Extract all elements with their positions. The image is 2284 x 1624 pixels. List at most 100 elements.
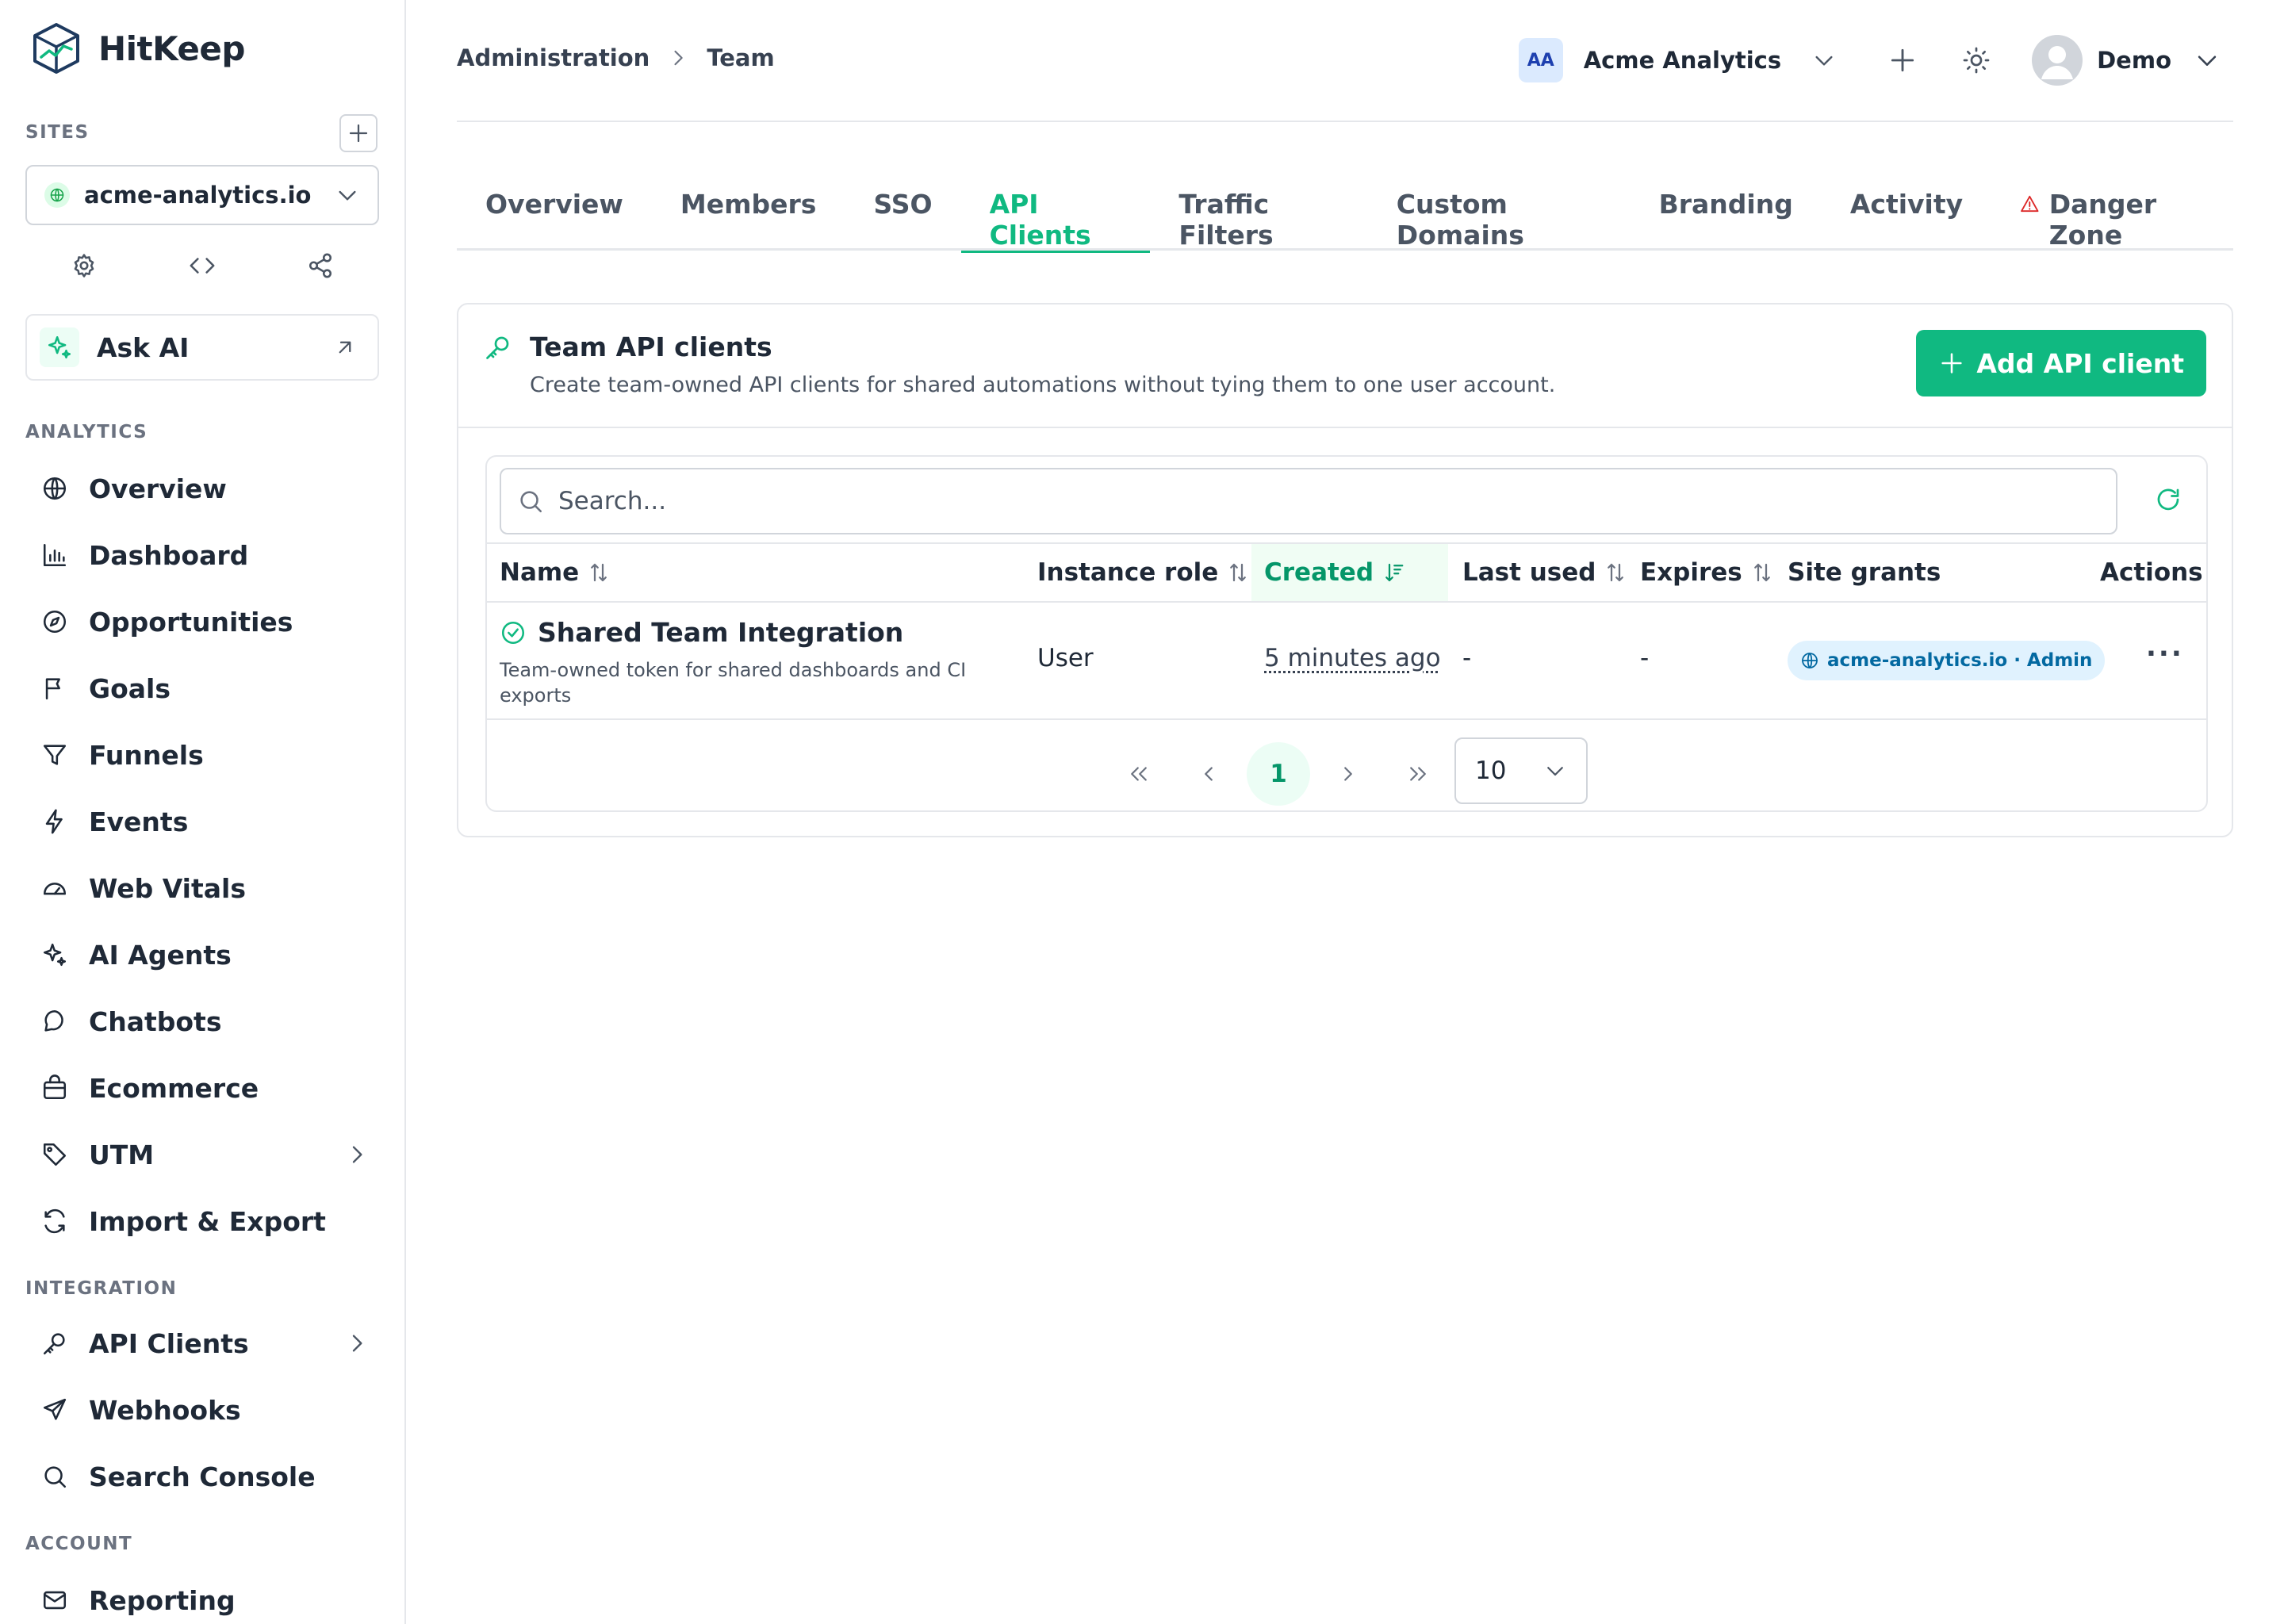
tab-label: Traffic Filters (1178, 189, 1274, 251)
sidebar-item-events[interactable]: Events (25, 794, 379, 849)
plus-icon (349, 124, 368, 143)
chevrons-left-icon (1131, 767, 1147, 781)
column-header-last-used[interactable]: Last used (1462, 544, 1627, 601)
first-page-button[interactable] (1107, 742, 1171, 806)
chevron-right-icon (352, 1335, 362, 1352)
tab-custom-domains[interactable]: Custom Domains (1368, 168, 1631, 251)
sidebar-item-dashboard[interactable]: Dashboard (25, 527, 379, 583)
sidebar-item-reporting[interactable]: Reporting (25, 1572, 379, 1624)
breadcrumb-administration[interactable]: Administration (457, 44, 650, 71)
sidebar: HitKeep SITES acme-analytics.io Ask AI A… (0, 0, 406, 1624)
plus-icon[interactable] (1887, 45, 1918, 75)
sidebar-item-chatbots[interactable]: Chatbots (25, 994, 379, 1049)
sun-icon[interactable] (1962, 46, 1991, 75)
tab-sso[interactable]: SSO (845, 168, 960, 251)
sidebar-item-goals[interactable]: Goals (25, 661, 379, 716)
sidebar-item-overview[interactable]: Overview (25, 461, 379, 516)
column-label: Instance role (1037, 558, 1219, 587)
next-page-button[interactable] (1316, 742, 1380, 806)
hitkeep-logo-icon (32, 22, 81, 75)
last-used-cell: - (1462, 644, 1472, 672)
org-avatar[interactable]: AA (1518, 38, 1563, 82)
column-label: Site grants (1788, 558, 1941, 587)
last-page-button[interactable] (1386, 742, 1450, 806)
sidebar-item-label: Dashboard (89, 539, 249, 571)
column-header-instance-role[interactable]: Instance role (1037, 544, 1250, 601)
site-selector[interactable]: acme-analytics.io (25, 165, 379, 225)
add-api-client-button[interactable]: Add API client (1916, 330, 2206, 396)
page-button-current[interactable]: 1 (1247, 742, 1310, 806)
tab-overview[interactable]: Overview (457, 168, 652, 251)
search-icon (41, 1463, 68, 1490)
search-input[interactable] (558, 487, 2065, 515)
site-grant-label: acme-analytics.io · Admin (1827, 650, 2093, 671)
site-share-button[interactable] (289, 252, 352, 279)
tab-label: Members (680, 189, 817, 220)
search-icon (520, 491, 542, 513)
sidebar-item-label: Chatbots (89, 1005, 222, 1037)
sidebar-item-api-clients[interactable]: API Clients (25, 1316, 379, 1371)
api-clients-card: Team API clients Create team-owned API c… (457, 303, 2233, 837)
sidebar-item-label: Funnels (89, 739, 204, 771)
sidebar-item-label: Ecommerce (89, 1072, 259, 1104)
column-header-expires[interactable]: Expires (1640, 544, 1774, 601)
sidebar-item-label: Reporting (89, 1584, 236, 1616)
user-avatar[interactable] (2032, 35, 2083, 86)
tab-traffic-filters[interactable]: Traffic Filters (1150, 168, 1367, 251)
column-header-actions: Actions (2100, 544, 2203, 601)
sidebar-item-label: Goals (89, 672, 171, 704)
table-row[interactable]: Shared Team Integration Team-owned token… (487, 604, 2206, 720)
table-header: Name Instance role Created Last used Exp… (487, 542, 2206, 603)
sidebar-item-label: UTM (89, 1139, 155, 1170)
tab-branding[interactable]: Branding (1631, 168, 1822, 251)
sites-section-label: SITES (25, 122, 90, 143)
chevron-down-icon[interactable] (2194, 47, 2221, 74)
send-icon (41, 1396, 68, 1423)
refresh-icon[interactable] (2154, 485, 2182, 514)
previous-page-button[interactable] (1177, 742, 1240, 806)
site-tools (25, 252, 379, 279)
user-name[interactable]: Demo (2097, 47, 2171, 74)
add-site-button[interactable] (339, 114, 377, 152)
chevron-down-icon[interactable] (1811, 48, 1837, 73)
ask-ai-button[interactable]: Ask AI (25, 314, 379, 381)
sidebar-item-utm[interactable]: UTM (25, 1127, 379, 1182)
search-field[interactable] (500, 468, 2117, 534)
breadcrumb-team: Team (707, 44, 775, 71)
row-actions-menu[interactable]: ... (2146, 631, 2184, 663)
tab-members[interactable]: Members (652, 168, 845, 251)
tag-icon (41, 1141, 68, 1168)
sidebar-item-search-console[interactable]: Search Console (25, 1449, 379, 1504)
tab-api-clients[interactable]: API Clients (960, 168, 1151, 253)
card-header: Team API clients Create team-owned API c… (458, 304, 2232, 428)
tab-label: Overview (485, 189, 623, 220)
sidebar-item-funnels[interactable]: Funnels (25, 727, 379, 783)
warning-icon (2021, 195, 2039, 213)
sidebar-item-ai-agents[interactable]: AI Agents (25, 927, 379, 982)
sidebar-item-import-export[interactable]: Import & Export (25, 1193, 379, 1249)
sidebar-item-ecommerce[interactable]: Ecommerce (25, 1060, 379, 1116)
flag-icon (41, 675, 68, 702)
sort-icon (1230, 563, 1247, 582)
api-clients-table: Name Instance role Created Last used Exp… (485, 455, 2208, 812)
site-settings-button[interactable] (52, 252, 116, 279)
app-logo[interactable]: HitKeep (32, 22, 245, 75)
column-header-created[interactable]: Created (1251, 544, 1448, 601)
page-size-select[interactable]: 10 (1454, 737, 1588, 804)
sidebar-item-label: Overview (89, 473, 227, 504)
expires-cell: - (1640, 644, 1650, 672)
tab-activity[interactable]: Activity (1822, 168, 1991, 251)
site-globe-icon (44, 182, 70, 208)
column-header-name[interactable]: Name (500, 544, 611, 601)
tab-danger-zone[interactable]: Danger Zone (1991, 168, 2233, 251)
sidebar-item-webhooks[interactable]: Webhooks (25, 1382, 379, 1438)
check-circle-icon (501, 621, 525, 644)
plus-icon (1941, 353, 1962, 373)
org-switcher-name[interactable]: Acme Analytics (1584, 47, 1781, 74)
site-embed-code-button[interactable] (171, 252, 234, 279)
sidebar-item-web-vitals[interactable]: Web Vitals (25, 860, 379, 916)
code-icon (190, 258, 215, 274)
chevron-down-icon (339, 190, 356, 201)
sparkles-icon (41, 941, 68, 968)
sidebar-item-opportunities[interactable]: Opportunities (25, 594, 379, 649)
